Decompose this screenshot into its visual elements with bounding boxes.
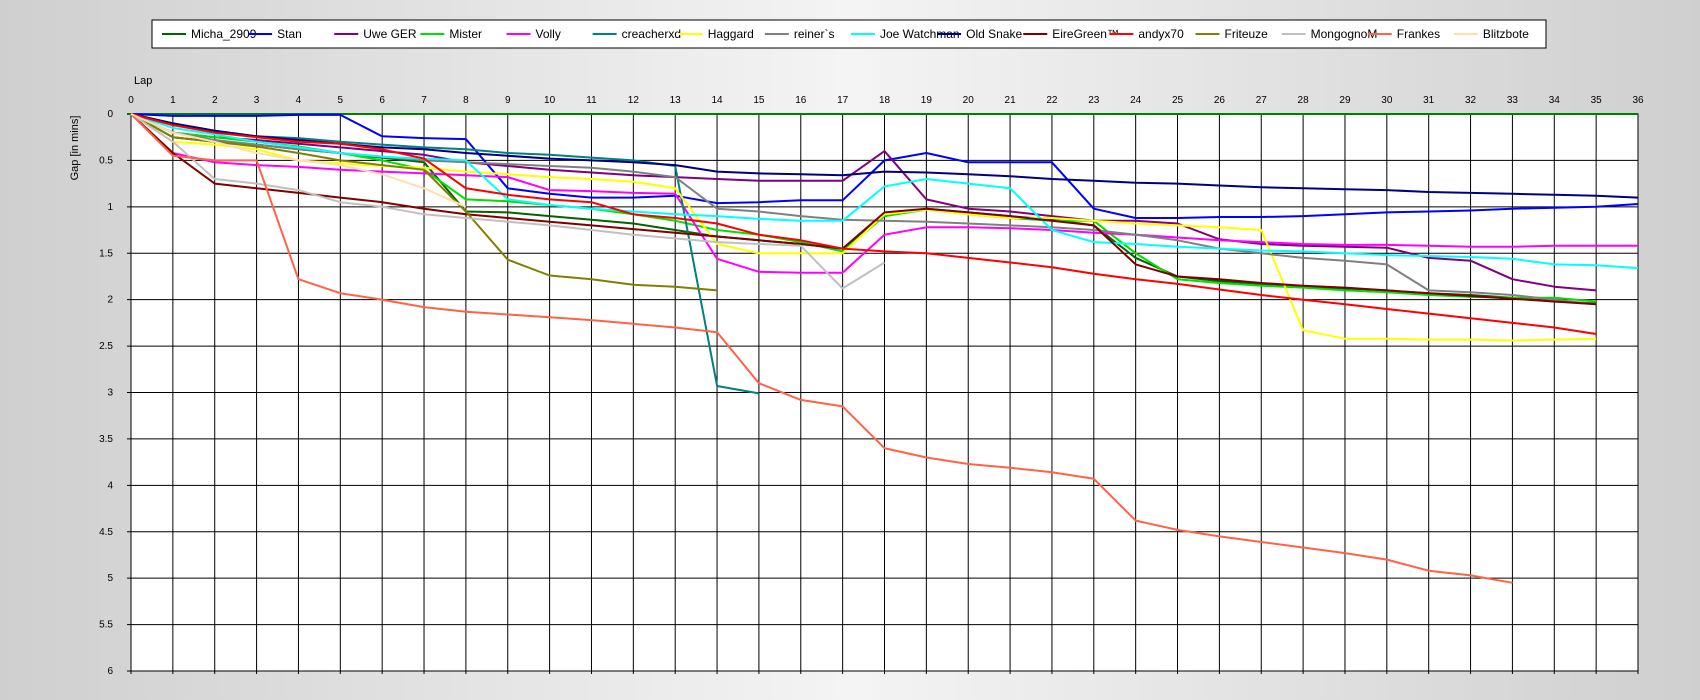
- x-tick-label: 27: [1256, 95, 1268, 106]
- y-tick-label: 0.5: [99, 155, 113, 166]
- legend-entry: Micha_2909: [191, 27, 257, 41]
- x-tick-label: 32: [1465, 95, 1477, 106]
- x-tick-label: 30: [1381, 95, 1393, 106]
- legend-entry: Mister: [449, 27, 482, 41]
- y-tick-label: 2.5: [99, 341, 113, 352]
- x-tick-label: 10: [544, 95, 556, 106]
- x-tick-label: 1: [170, 95, 176, 106]
- x-tick-label: 34: [1549, 95, 1561, 106]
- x-tick-label: 25: [1172, 95, 1184, 106]
- x-tick-label: 15: [753, 95, 765, 106]
- y-tick-label: 5: [107, 573, 113, 584]
- x-tick-label: 18: [879, 95, 891, 106]
- x-tick-label: 11: [586, 95, 597, 106]
- x-tick-label: 28: [1298, 95, 1310, 106]
- x-tick-label: 35: [1591, 95, 1603, 106]
- x-tick-label: 17: [837, 95, 849, 106]
- x-tick-label: 20: [963, 95, 975, 106]
- x-tick-label: 0: [128, 95, 134, 106]
- x-tick-label: 3: [254, 95, 260, 106]
- gap-chart: Micha_2909 Stan Uwe GER Mister Volly creacher…: [69, 19, 1644, 677]
- legend-entry: MongognoM: [1311, 27, 1378, 41]
- x-axis-title: Lap: [134, 75, 152, 87]
- legend-entry: Old Snake: [966, 27, 1022, 41]
- x-tick-label: 12: [628, 95, 640, 106]
- y-tick-label: 3: [107, 388, 113, 399]
- x-tick-label: 9: [505, 95, 511, 106]
- x-tick-label: 24: [1130, 95, 1142, 106]
- plot-area: 0 1 2 3 4 5 6 7 8 9 10 11 12 13 14 15 16 17 18 19 20 21 22 23 24…: [99, 95, 1644, 677]
- x-tick-label: 5: [338, 95, 344, 106]
- legend-entry: Volly: [536, 27, 561, 41]
- legend-entry: Haggard: [708, 27, 754, 41]
- x-tick-label: 31: [1423, 95, 1435, 106]
- y-tick-label: 5.5: [99, 620, 113, 631]
- y-tick-label: 0: [107, 109, 113, 120]
- legend: Micha_2909 Stan Uwe GER Mister Volly creacher…: [151, 19, 1547, 49]
- y-tick-label: 6: [107, 666, 113, 677]
- x-tick-label: 16: [795, 95, 807, 106]
- legend-entry: Uwe GER: [363, 27, 417, 41]
- legend-entry: Blitzbote: [1483, 27, 1529, 41]
- legend-entry: creacherxd: [622, 27, 681, 41]
- x-tick-label: 36: [1632, 95, 1644, 106]
- y-tick-label: 1: [107, 202, 113, 213]
- y-tick-label: 2: [107, 295, 113, 306]
- x-tick-label: 33: [1507, 95, 1519, 106]
- x-tick-label: 2: [212, 95, 218, 106]
- legend-entry: Stan: [277, 27, 302, 41]
- y-tick-label: 4: [107, 480, 113, 491]
- legend-entry: Frankes: [1397, 27, 1440, 41]
- x-tick-label: 13: [670, 95, 682, 106]
- x-tick-label: 22: [1046, 95, 1058, 106]
- legend-entry: EireGreen™: [1052, 27, 1119, 41]
- x-tick-label: 7: [421, 95, 427, 106]
- x-tick-label: 6: [379, 95, 385, 106]
- y-tick-label: 1.5: [99, 248, 113, 259]
- x-tick-label: 29: [1339, 95, 1351, 106]
- x-tick-label: 23: [1088, 95, 1100, 106]
- legend-entry: Friteuze: [1225, 27, 1269, 41]
- x-tick-label: 26: [1214, 95, 1226, 106]
- x-tick-label: 4: [296, 95, 302, 106]
- x-tick-label: 21: [1005, 95, 1017, 106]
- legend-entry: andyx70: [1138, 27, 1184, 41]
- x-tick-label: 14: [711, 95, 723, 106]
- y-axis-title: Gap [in mins]: [69, 116, 81, 181]
- y-tick-label: 3.5: [99, 434, 113, 445]
- legend-entry: reiner`s: [794, 27, 835, 41]
- x-tick-label: 19: [921, 95, 933, 106]
- y-tick-label: 4.5: [99, 527, 113, 538]
- x-tick-label: 8: [463, 95, 469, 106]
- chart-stage: Micha_2909 Stan Uwe GER Mister Volly creacher…: [0, 0, 1700, 700]
